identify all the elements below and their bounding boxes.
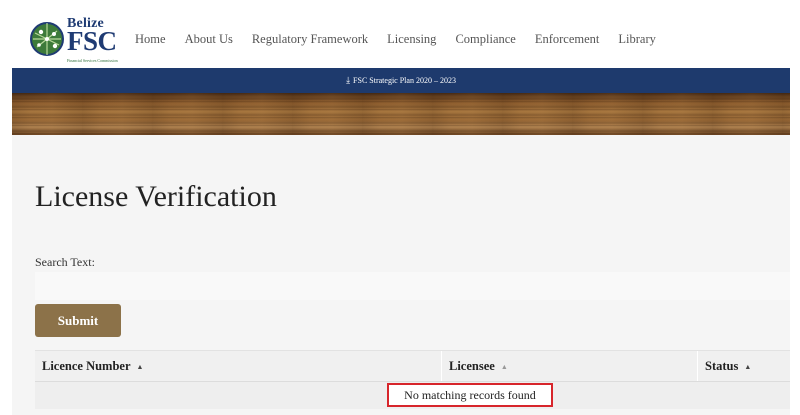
column-licensee-label: Licensee: [449, 359, 495, 373]
fsc-logo[interactable]: Belize FSC Financial Services Commission: [29, 16, 118, 63]
nav-home[interactable]: Home: [135, 32, 166, 47]
search-label: Search Text:: [35, 255, 95, 269]
logo-main-text: FSC: [67, 26, 117, 56]
wood-banner-image: [12, 93, 790, 135]
results-table-header: Licence Number ▲ Licensee ▲ Status ▲: [35, 350, 790, 382]
submit-button[interactable]: Submit: [35, 304, 121, 337]
column-status[interactable]: Status ▲: [698, 351, 790, 382]
nav-licensing[interactable]: Licensing: [387, 32, 436, 47]
nav-about-us[interactable]: About Us: [185, 32, 233, 47]
column-licence-number[interactable]: Licence Number ▲: [35, 351, 442, 382]
announcement-bar: ⤓ FSC Strategic Plan 2020 – 2023: [12, 68, 790, 93]
sort-asc-icon: ▲: [500, 363, 508, 371]
no-records-message: No matching records found: [387, 383, 553, 407]
nav-enforcement[interactable]: Enforcement: [535, 32, 600, 47]
table-row-empty: No matching records found: [35, 381, 790, 409]
strategic-plan-label: FSC Strategic Plan 2020 – 2023: [353, 76, 456, 85]
column-status-label: Status: [705, 359, 739, 373]
logo-tagline: Financial Services Commission: [67, 58, 118, 63]
strategic-plan-link[interactable]: ⤓ FSC Strategic Plan 2020 – 2023: [346, 75, 456, 85]
main-nav: Home About Us Regulatory Framework Licen…: [135, 32, 675, 47]
page-title: License Verification: [35, 180, 277, 213]
column-licence-number-label: Licence Number: [42, 359, 131, 373]
search-input[interactable]: [35, 272, 790, 300]
globe-icon: [30, 22, 64, 56]
download-icon: ⤓: [346, 75, 351, 85]
sort-asc-icon: ▲: [744, 363, 752, 371]
nav-compliance[interactable]: Compliance: [455, 32, 515, 47]
site-header: Belize FSC Financial Services Commission…: [12, 14, 790, 68]
main-content: License Verification Search Text: Submit…: [12, 135, 790, 415]
nav-regulatory-framework[interactable]: Regulatory Framework: [252, 32, 368, 47]
nav-library[interactable]: Library: [618, 32, 655, 47]
sort-asc-icon: ▲: [136, 363, 144, 371]
column-licensee[interactable]: Licensee ▲: [442, 351, 698, 382]
